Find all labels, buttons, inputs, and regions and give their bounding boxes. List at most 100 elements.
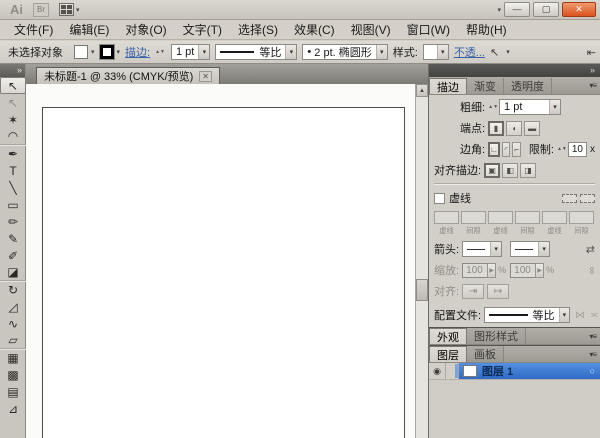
close-icon[interactable]: ✕ bbox=[199, 71, 212, 82]
restore-button[interactable]: ▢ bbox=[533, 2, 559, 17]
weight-stepper[interactable]: ▲▼ bbox=[488, 105, 498, 110]
menu-file[interactable]: 文件(F) bbox=[6, 19, 61, 40]
menu-help[interactable]: 帮助(H) bbox=[458, 19, 515, 40]
tab-gradient[interactable]: 渐变 bbox=[467, 78, 504, 94]
menu-window[interactable]: 窗口(W) bbox=[399, 19, 458, 40]
spin-right-icon[interactable]: ▶ bbox=[487, 263, 496, 278]
opacity-link[interactable]: 不透... bbox=[454, 44, 485, 60]
rectangle-tool[interactable]: ▭ bbox=[0, 196, 26, 213]
stroke-weight-select[interactable]: 1 pt ▾ bbox=[171, 44, 210, 60]
line-segment-tool[interactable]: ╲ bbox=[0, 179, 26, 196]
menu-select[interactable]: 选择(S) bbox=[230, 19, 286, 40]
type-tool[interactable]: T bbox=[0, 162, 26, 179]
dash-field-2[interactable] bbox=[488, 211, 513, 224]
arrow-align-end-button[interactable]: ↦ bbox=[487, 284, 509, 299]
cap-butt-button[interactable]: ▮ bbox=[488, 121, 504, 136]
eraser-tool[interactable]: ◪ bbox=[0, 264, 26, 281]
menu-view[interactable]: 视图(V) bbox=[343, 19, 399, 40]
style-select[interactable]: ▾ bbox=[423, 44, 449, 60]
cap-round-button[interactable]: ◖ bbox=[506, 121, 522, 136]
fill-swatch[interactable] bbox=[74, 45, 88, 59]
align-stroke-inside-button[interactable]: ◧ bbox=[502, 163, 518, 178]
paintbrush-tool[interactable]: ✏ bbox=[0, 213, 26, 230]
flip-along-icon[interactable]: ⋈ bbox=[575, 310, 585, 321]
lock-toggle-cell[interactable] bbox=[446, 363, 459, 379]
stroke-color-control[interactable]: ▾ bbox=[100, 45, 121, 59]
arrange-documents-button[interactable]: ▾ bbox=[59, 3, 80, 16]
select-similar-icon[interactable]: ↖ bbox=[490, 46, 499, 59]
arrowhead-end-select[interactable]: ▾ bbox=[510, 241, 550, 257]
vertical-scrollbar[interactable]: ▲ bbox=[415, 84, 428, 438]
toolbar-overflow-icon[interactable]: ▾ bbox=[497, 6, 501, 14]
gap-field-1[interactable] bbox=[461, 211, 486, 224]
rotate-tool[interactable]: ↻ bbox=[0, 281, 26, 298]
menu-type[interactable]: 文字(T) bbox=[175, 19, 230, 40]
align-stroke-outside-button[interactable]: ◨ bbox=[520, 163, 536, 178]
brush-definition-select[interactable]: • 2 pt. 椭圆形 ▾ bbox=[302, 44, 387, 60]
panel-menu-icon[interactable]: ▾≡ bbox=[589, 350, 596, 359]
cap-projecting-button[interactable]: ▬ bbox=[524, 121, 540, 136]
weight-select[interactable]: 1 pt ▾ bbox=[499, 99, 561, 115]
selection-tool[interactable]: ↖ bbox=[0, 77, 26, 94]
free-transform-tool[interactable]: ▱ bbox=[0, 332, 26, 349]
width-profile-select[interactable]: 等比 ▾ bbox=[215, 44, 297, 60]
flip-across-icon[interactable]: ≍ bbox=[590, 310, 598, 321]
tab-stroke[interactable]: 描边 bbox=[429, 78, 467, 94]
gap-field-2[interactable] bbox=[515, 211, 540, 224]
limit-stepper[interactable]: ▲▼ bbox=[557, 147, 567, 152]
direct-selection-tool[interactable]: ↖ bbox=[0, 94, 26, 111]
pen-tool[interactable]: ✒ bbox=[0, 145, 26, 162]
layer-thumbnail[interactable] bbox=[463, 365, 477, 377]
width-tool[interactable]: ∿ bbox=[0, 315, 26, 332]
dash-field-1[interactable] bbox=[434, 211, 459, 224]
tab-appearance[interactable]: 外观 bbox=[429, 328, 467, 344]
pencil-tool[interactable]: ✎ bbox=[0, 230, 26, 247]
mesh-tool[interactable]: ▩ bbox=[0, 366, 26, 383]
menu-edit[interactable]: 编辑(E) bbox=[61, 19, 117, 40]
corner-miter-button[interactable]: ∟ bbox=[488, 142, 500, 157]
document-tab[interactable]: 未标题-1 @ 33% (CMYK/预览) ✕ bbox=[36, 67, 220, 84]
panel-menu-icon[interactable]: ▾≡ bbox=[589, 81, 596, 90]
tab-transparency[interactable]: 透明度 bbox=[504, 78, 552, 94]
fill-color-control[interactable]: ▾ bbox=[74, 45, 95, 59]
stroke-swatch[interactable] bbox=[100, 45, 114, 59]
gradient-tool[interactable]: ▤ bbox=[0, 383, 26, 400]
stroke-panel-link[interactable]: 描边: bbox=[125, 44, 150, 60]
spin-right-icon[interactable]: ▶ bbox=[535, 263, 544, 278]
dock-control-panel-icon[interactable]: ⇤ bbox=[587, 46, 596, 59]
eyedropper-tool[interactable]: ⊿ bbox=[0, 400, 26, 417]
stroke-weight-stepper[interactable]: ▲▼ bbox=[155, 50, 165, 55]
minimize-button[interactable]: — bbox=[504, 2, 530, 17]
dock-collapse-button[interactable]: » bbox=[429, 64, 600, 77]
panel-menu-icon[interactable]: ▾≡ bbox=[589, 332, 596, 341]
tab-graphic-styles[interactable]: 图形样式 bbox=[467, 328, 526, 344]
scroll-up-icon[interactable]: ▲ bbox=[416, 84, 428, 97]
blob-brush-tool[interactable]: ✐ bbox=[0, 247, 26, 264]
canvas-area[interactable] bbox=[26, 84, 415, 438]
arrow-scale-start-value[interactable]: 100 bbox=[462, 263, 488, 278]
arrowhead-start-select[interactable]: ▾ bbox=[462, 241, 502, 257]
bridge-icon[interactable]: Br bbox=[33, 3, 49, 17]
layer-name[interactable]: 图层 1 bbox=[482, 363, 513, 379]
menu-effect[interactable]: 效果(C) bbox=[286, 19, 343, 40]
chevron-down-icon[interactable]: ▾ bbox=[506, 48, 510, 56]
close-button[interactable]: ✕ bbox=[562, 2, 596, 17]
dashed-line-checkbox[interactable] bbox=[434, 193, 445, 204]
dash-align-icon[interactable] bbox=[580, 194, 595, 203]
visibility-eye-icon[interactable]: ◉ bbox=[429, 363, 446, 379]
profile-select[interactable]: 等比 ▾ bbox=[484, 307, 570, 323]
dash-preserve-icon[interactable] bbox=[562, 194, 577, 203]
corner-round-button[interactable]: ◜ bbox=[502, 142, 510, 157]
gap-field-3[interactable] bbox=[569, 211, 594, 224]
tab-layers[interactable]: 图层 bbox=[429, 346, 467, 362]
target-circle-icon[interactable]: ○ bbox=[590, 366, 595, 376]
layer-row[interactable]: ◉ 图层 1 ○ bbox=[429, 363, 600, 380]
lasso-tool[interactable]: ◠ bbox=[0, 128, 26, 145]
dash-field-3[interactable] bbox=[542, 211, 567, 224]
artboard[interactable] bbox=[42, 107, 405, 438]
scale-tool[interactable]: ◿ bbox=[0, 298, 26, 315]
arrow-scale-end-value[interactable]: 100 bbox=[510, 263, 536, 278]
arrow-align-tip-button[interactable]: ⇥ bbox=[462, 284, 484, 299]
swap-arrowheads-icon[interactable]: ⇄ bbox=[586, 243, 595, 256]
tools-collapse-button[interactable]: » bbox=[0, 64, 25, 77]
